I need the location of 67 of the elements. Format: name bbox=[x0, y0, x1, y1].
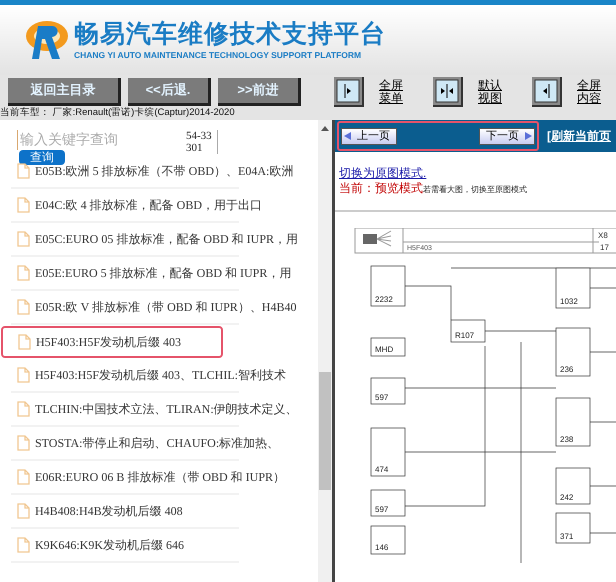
document-list-item[interactable]: E04C:欧 4 排放标准，配备 OBD，用于出口 bbox=[11, 192, 262, 218]
document-icon bbox=[17, 299, 30, 315]
right-arrow-icon bbox=[525, 132, 532, 140]
search-field[interactable]: 输入关键字查询 bbox=[17, 130, 167, 150]
document-icon bbox=[17, 537, 30, 553]
panel-toggle-icon bbox=[435, 78, 459, 102]
document-list-item[interactable]: H4B408:H4B发动机后缀 408 bbox=[11, 498, 183, 524]
document-list-item[interactable]: E05R:欧 V 排放标准（带 OBD 和 IUPR）、H4B40 bbox=[11, 294, 296, 320]
component-box: 597 bbox=[370, 490, 406, 516]
document-list-item[interactable]: TLCHIN:中国技术立法、TLIRAN:伊朗技术定义、 bbox=[11, 396, 298, 422]
view-toggle-link[interactable]: 全屏 菜单 bbox=[379, 78, 413, 104]
view-toggle-link[interactable]: 默认 视图 bbox=[478, 78, 512, 104]
component-box: 597 bbox=[370, 378, 406, 404]
document-icon bbox=[17, 401, 30, 417]
component-box: 242 bbox=[556, 468, 590, 504]
scrollbar[interactable] bbox=[318, 120, 332, 582]
document-list-item[interactable]: E05C:EURO 05 排放标准，配备 OBD 和 IUPR，用 bbox=[11, 226, 298, 252]
component-box: 238 bbox=[556, 398, 590, 446]
vehicle-info: 当前车型： 厂家:Renault(雷诺)卡缤(Captur)2014-2020 bbox=[0, 108, 235, 118]
component-box: MHD bbox=[370, 338, 406, 356]
document-list-item[interactable]: STOSTA:带停止和启动、CHAUFO:标准加热、 bbox=[11, 430, 280, 456]
component-box: 474 bbox=[370, 428, 406, 476]
refresh-link[interactable]: [刷新当前页 bbox=[547, 127, 611, 145]
code-label: 54-33301 bbox=[186, 130, 218, 154]
document-list-item[interactable]: H5F403:H5F发动机后缀 403、TLCHIL:智利技术 bbox=[11, 362, 286, 388]
component-box: 146 bbox=[370, 526, 406, 554]
document-list-item[interactable]: H5F403:H5F发动机后缀 403 bbox=[1, 326, 224, 358]
document-icon bbox=[17, 163, 30, 179]
document-icon bbox=[17, 231, 30, 247]
platform-title: 畅易汽车维修技术支持平台 bbox=[74, 19, 386, 49]
pin-label: X8 bbox=[598, 231, 608, 240]
mode-hint: 若需看大图，切换至原图模式 bbox=[423, 184, 527, 196]
component-box: 371 bbox=[556, 512, 590, 544]
document-icon bbox=[17, 197, 30, 213]
view-toggle-link[interactable]: 全屏 内容 bbox=[577, 78, 611, 104]
document-icon bbox=[17, 265, 30, 281]
document-icon bbox=[17, 503, 30, 519]
view-toggle-button[interactable] bbox=[433, 76, 463, 106]
document-icon bbox=[17, 435, 30, 451]
component-box: R107 bbox=[450, 320, 486, 342]
nav-button[interactable]: 返回主目录 bbox=[8, 78, 121, 106]
search-button[interactable]: 查询 bbox=[19, 150, 65, 165]
prev-page-button[interactable]: 上一页 bbox=[341, 128, 397, 144]
document-icon bbox=[18, 334, 31, 350]
document-icon bbox=[17, 367, 30, 383]
document-list-item[interactable]: E05E:EURO 5 排放标准，配备 OBD 和 IUPR，用 bbox=[11, 260, 292, 286]
left-arrow-icon bbox=[344, 132, 351, 140]
platform-subtitle: CHANG YI AUTO MAINTENANCE TECHNOLOGY SUPPORT PLATFORM bbox=[74, 49, 362, 61]
switch-mode-link[interactable]: 切换为原图模式. bbox=[339, 166, 426, 181]
scrollbar-thumb[interactable] bbox=[319, 372, 331, 490]
view-toggle-button[interactable] bbox=[532, 76, 562, 106]
component-box: 2232 bbox=[370, 266, 406, 306]
nav-button[interactable]: <<后退. bbox=[128, 78, 211, 106]
current-mode-label: 当前：预览模式 bbox=[339, 181, 423, 196]
panel-toggle-icon bbox=[534, 78, 558, 102]
pin-label: 17 bbox=[600, 243, 609, 252]
component-box: 1032 bbox=[556, 268, 590, 308]
panel-toggle-icon bbox=[336, 78, 360, 102]
nav-button[interactable]: >>前进 bbox=[218, 78, 301, 106]
scroll-up-icon bbox=[321, 126, 329, 131]
document-icon bbox=[17, 469, 30, 485]
logo-icon bbox=[24, 18, 70, 62]
component-box: 236 bbox=[556, 328, 590, 376]
next-page-button[interactable]: 下一页 bbox=[479, 128, 535, 144]
view-toggle-button[interactable] bbox=[334, 76, 364, 106]
document-list-item[interactable]: K9K646:K9K发动机后缀 646 bbox=[11, 532, 184, 558]
document-list-item[interactable]: E06R:EURO 06 B 排放标准（带 OBD 和 IUPR） bbox=[11, 464, 286, 490]
